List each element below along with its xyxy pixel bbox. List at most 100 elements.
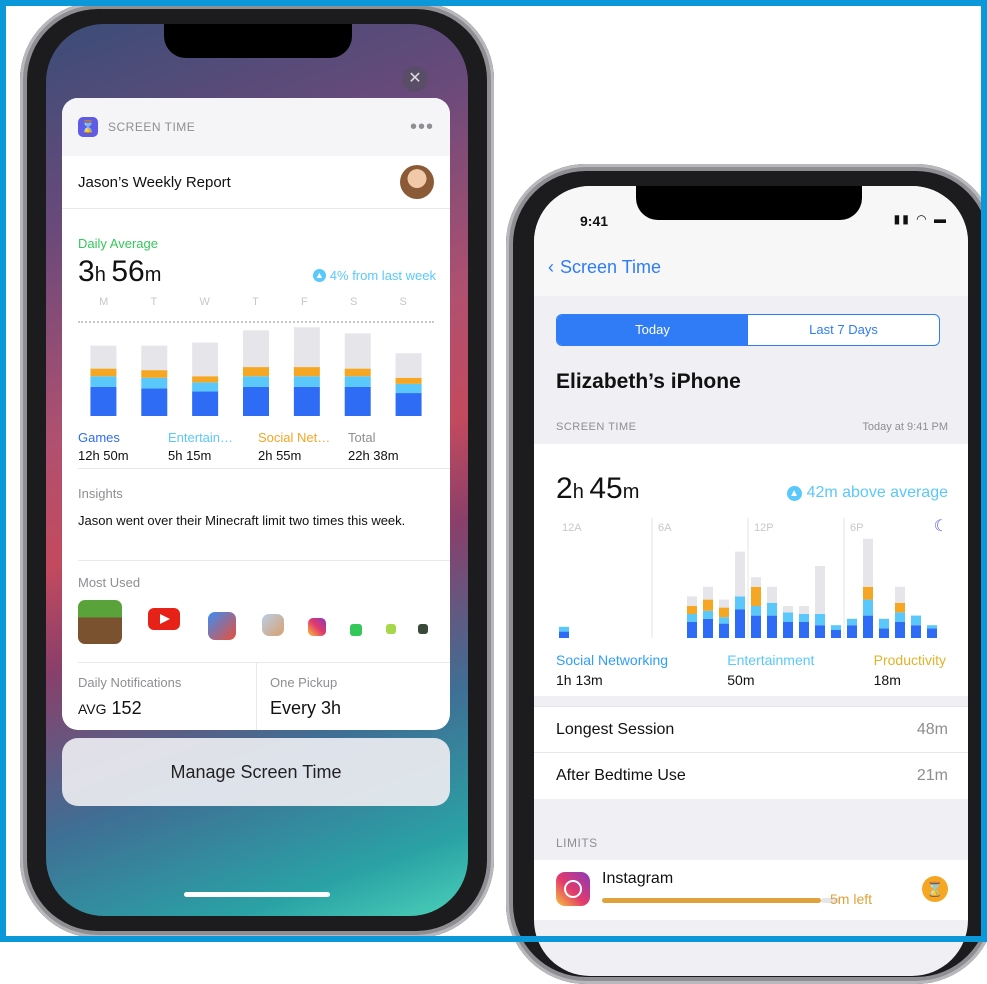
arrow-up-icon: ▲ — [312, 269, 326, 282]
bar-social — [895, 622, 905, 638]
bar-entertainment — [879, 618, 889, 629]
bar-social — [293, 367, 320, 377]
divider — [78, 560, 450, 561]
bar-other — [799, 606, 809, 614]
arrow-up-icon: ▲ — [786, 485, 802, 501]
messages-icon[interactable] — [350, 624, 362, 636]
bar-entertainment — [895, 612, 905, 622]
legend-name: Entertainment — [727, 652, 815, 668]
bar-social — [831, 630, 841, 638]
bar-social — [735, 609, 745, 638]
insights-label: Insights — [78, 486, 123, 501]
hour-label: 6A — [658, 522, 672, 534]
day-label: F — [301, 296, 308, 308]
widget-app-name: SCREEN TIME — [108, 120, 196, 134]
after-bedtime-label: After Bedtime Use — [556, 767, 686, 784]
bar-entertainment — [141, 377, 168, 389]
minecraft-icon[interactable] — [78, 600, 122, 644]
bar-other — [751, 577, 761, 587]
wifi-icon: ◠ — [916, 212, 929, 226]
bar-social — [911, 625, 921, 638]
bar-productivity — [687, 606, 697, 614]
left-phone: ✕ ⌛ SCREEN TIME ••• Jason’s Weekly Repor… — [20, 2, 494, 938]
after-bedtime-row[interactable]: After Bedtime Use 21m — [534, 752, 968, 799]
segment-last-7-days[interactable]: Last 7 Days — [748, 315, 939, 345]
day-labels: MTWTFSS — [78, 296, 428, 308]
weekly-change: ▲ 4% from last week — [312, 268, 436, 283]
limit-progress-bar — [602, 898, 821, 903]
bar-entertainment — [751, 606, 761, 616]
day-label: T — [252, 296, 259, 308]
legend-item: Social Networking 1h 13m — [556, 652, 668, 688]
category-name: Total — [348, 430, 376, 445]
bar-entertainment — [911, 615, 921, 626]
bar-other — [293, 327, 320, 368]
photo-app-icon[interactable] — [262, 614, 284, 636]
bar-entertainment — [831, 625, 841, 630]
report-header: Jason’s Weekly Report — [62, 156, 450, 209]
right-phone: 9:41 ▮▮ ◠ ▬ ‹ Screen Time Today Last 7 D… — [506, 164, 987, 984]
bar-other — [395, 353, 422, 378]
screen-time-widget: ⌛ SCREEN TIME ••• Jason’s Weekly Report … — [62, 98, 450, 730]
section-header-screen-time: SCREEN TIME — [556, 421, 637, 433]
category-value: 22h 38m — [348, 448, 399, 463]
bar-games — [395, 393, 422, 416]
bar-games — [90, 386, 117, 416]
manage-screen-time-button[interactable]: Manage Screen Time — [62, 738, 450, 806]
bar-games — [293, 386, 320, 416]
bar-entertainment — [783, 612, 793, 622]
bar-other — [783, 606, 793, 613]
category-total: Games 12h 50m — [78, 430, 168, 463]
longest-session-label: Longest Session — [556, 721, 675, 738]
legend-value: 50m — [727, 672, 755, 688]
bar-other — [141, 345, 168, 371]
bar-entertainment — [735, 596, 745, 610]
instagram-icon — [556, 872, 590, 906]
avatar[interactable] — [400, 165, 434, 199]
app-icon[interactable] — [386, 624, 396, 634]
weekly-change-text: 4% from last week — [329, 268, 436, 283]
daily-average-label: Daily Average — [78, 236, 158, 251]
category-value: 2h 55m — [258, 448, 302, 463]
most-used-label: Most Used — [78, 575, 141, 590]
youtube-icon[interactable] — [148, 608, 180, 630]
status-clock: 9:41 — [580, 213, 609, 229]
bar-social — [927, 628, 937, 638]
game-icon[interactable] — [208, 612, 236, 640]
bar-entertainment — [719, 617, 729, 624]
limit-row-instagram[interactable]: Instagram 5m left ⌛ — [534, 860, 968, 920]
home-indicator[interactable] — [184, 892, 330, 897]
bar-entertainment — [927, 625, 937, 629]
right-phone-screen: 9:41 ▮▮ ◠ ▬ ‹ Screen Time Today Last 7 D… — [534, 186, 968, 976]
bar-entertainment — [687, 614, 697, 622]
legend-value: 1h 13m — [556, 672, 603, 688]
back-button[interactable]: ‹ Screen Time — [548, 257, 661, 278]
legend-name: Social Networking — [556, 652, 669, 668]
moon-icon: ☾ — [933, 518, 948, 535]
hour-label: 6P — [850, 522, 864, 534]
instagram-icon[interactable] — [308, 618, 326, 636]
bar-entertainment — [815, 614, 825, 626]
signal-icon: ▮▮ — [893, 212, 911, 226]
bar-entertainment — [767, 602, 777, 616]
section-timestamp: Today at 9:41 PM — [862, 421, 948, 433]
limit-time-left: 5m left — [830, 891, 873, 907]
day-label: T — [150, 296, 158, 308]
bar-social — [243, 367, 269, 377]
bar-social — [395, 377, 422, 384]
notch — [164, 24, 352, 58]
segment-today[interactable]: Today — [557, 315, 748, 345]
category-name: Games — [78, 430, 120, 445]
category-total: Entertain… 5h 15m — [168, 430, 258, 463]
report-title: Jason’s Weekly Report — [78, 173, 231, 191]
longest-session-row[interactable]: Longest Session 48m — [534, 706, 968, 753]
category-name: Entertain… — [168, 430, 234, 445]
app-icon[interactable] — [418, 624, 428, 634]
close-icon[interactable]: ✕ — [402, 66, 428, 92]
bar-social — [719, 623, 729, 638]
bar-social — [767, 615, 777, 638]
more-options-button[interactable]: ••• — [410, 116, 434, 139]
category-value: 5h 15m — [168, 448, 212, 463]
hourglass-icon: ⌛ — [922, 876, 948, 902]
bar-social — [879, 628, 889, 638]
